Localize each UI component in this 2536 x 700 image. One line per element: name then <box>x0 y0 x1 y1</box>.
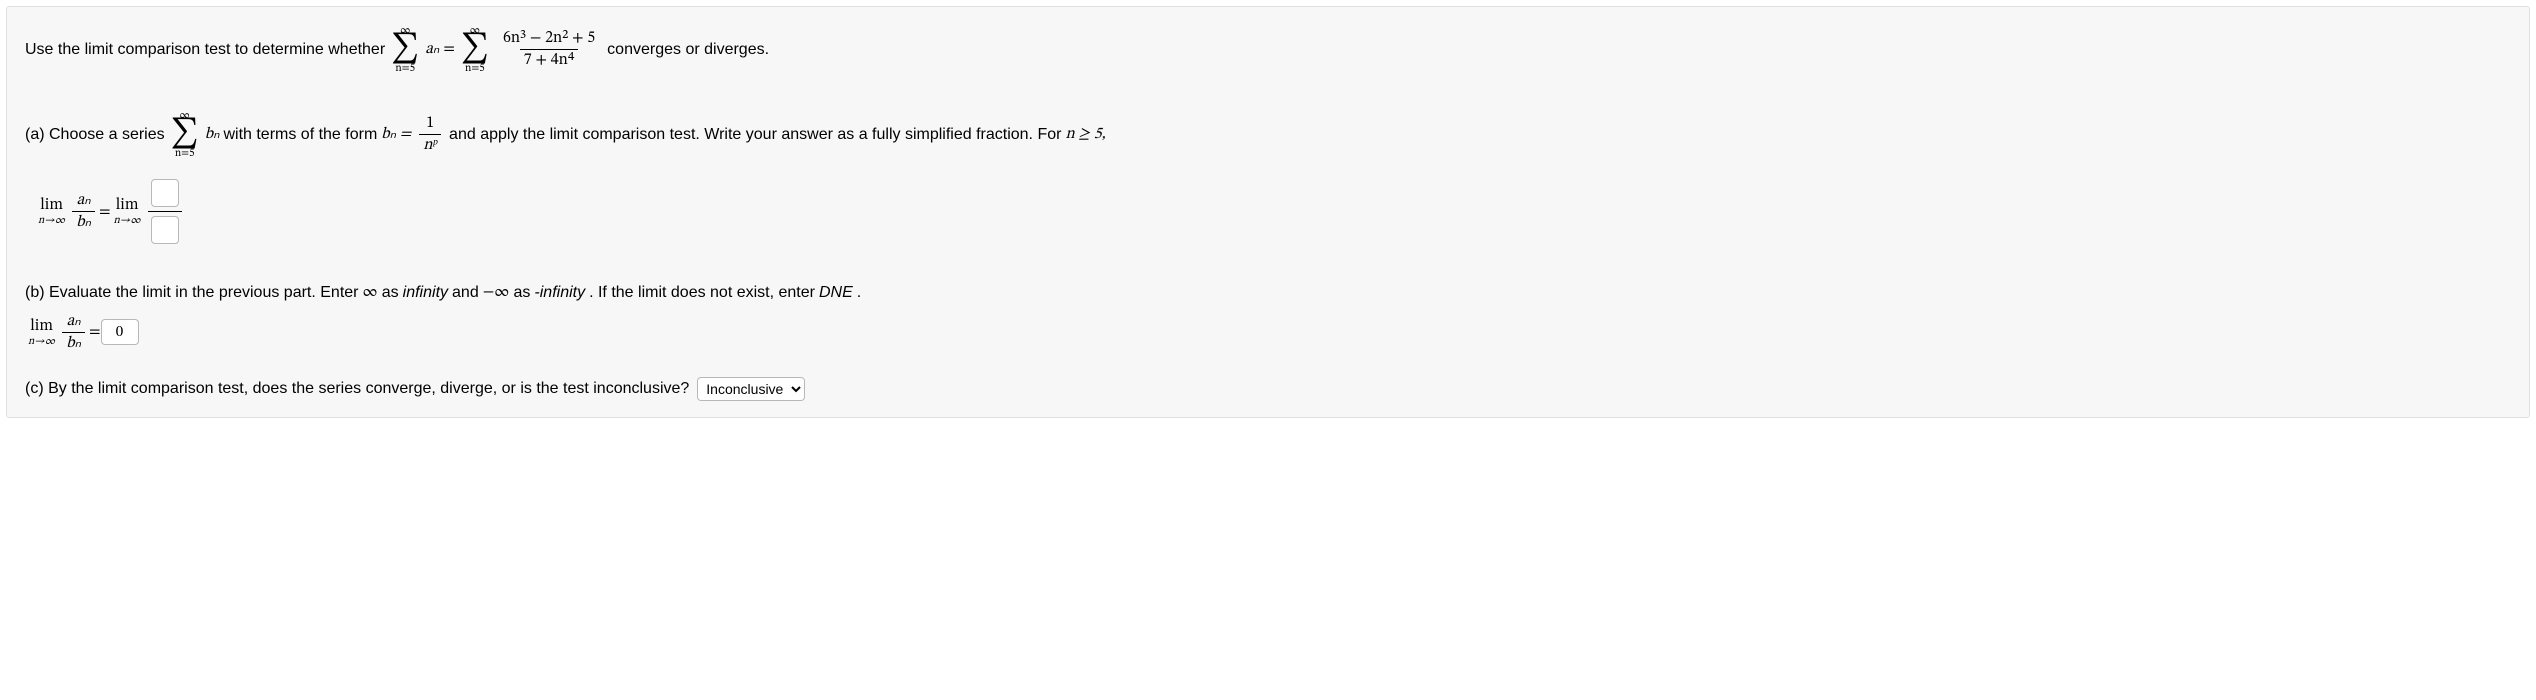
lim-word-2: lim <box>116 197 139 213</box>
part-b-equation: lim n→∞ aₙ bₙ = <box>25 312 2511 353</box>
frac-num: 6n³ − 2n² + 5 <box>499 29 599 49</box>
sigma-icon: ∑ <box>391 36 419 63</box>
part-a-mid1: with terms of the form <box>223 122 377 148</box>
an-top: aₙ <box>73 191 95 211</box>
a-n: aₙ <box>425 37 439 63</box>
lim-1: lim n→∞ <box>38 197 65 226</box>
equals-b: = <box>89 322 101 342</box>
limit-value-input[interactable] <box>101 319 139 345</box>
sum-bot-a: n=5 <box>175 148 195 159</box>
sigma-icon-2: ∑ <box>461 36 489 63</box>
numerator-input[interactable] <box>151 179 179 207</box>
b-after1: . If the limit does not exist, enter <box>589 280 815 306</box>
part-c-row: (c) By the limit comparison test, does t… <box>25 377 2511 401</box>
sum-bot: n=5 <box>395 63 415 74</box>
conclusion-select[interactable]: Converges Diverges Inconclusive <box>697 377 805 401</box>
frac-one: 1 <box>422 114 438 134</box>
b-and: and <box>452 280 479 306</box>
lim-sub: n→∞ <box>38 213 65 226</box>
lim-b: lim n→∞ <box>28 318 55 347</box>
lim-word-b: lim <box>30 318 53 334</box>
lim-2: lim n→∞ <box>114 197 141 226</box>
bn-bot-b: bₙ <box>62 332 85 353</box>
intro-row: Use the limit comparison test to determi… <box>25 25 2511 74</box>
sum-bot-2: n=5 <box>465 63 485 74</box>
neg-infinity-word: -infinity <box>534 280 585 306</box>
b-period: . <box>857 280 861 306</box>
lim-word: lim <box>40 197 63 213</box>
part-a-before: (a) Choose a series <box>25 122 165 148</box>
n-geq-5: n ≥ 5, <box>1065 122 1105 148</box>
part-b-text: (b) Evaluate the limit in the previous p… <box>25 280 2511 306</box>
neg-infinity-symbol: −∞ <box>483 280 510 306</box>
b-before: (b) Evaluate the limit in the previous p… <box>25 280 359 306</box>
intro-before: Use the limit comparison test to determi… <box>25 37 385 63</box>
an-over-bn-b: aₙ bₙ <box>62 312 85 353</box>
part-a-equation: lim n→∞ aₙ bₙ = lim n→∞ <box>35 179 2511 244</box>
fraction-input <box>148 179 182 244</box>
part-c-text: (c) By the limit comparison test, does t… <box>25 380 689 398</box>
equals-a: = <box>99 202 111 222</box>
bn-eq: bₙ = <box>381 122 411 148</box>
b-as1: as <box>382 280 399 306</box>
lim-sub-b: n→∞ <box>28 334 55 347</box>
equals-1: = <box>443 37 455 63</box>
sum-an: ∞ ∑ n=5 <box>391 25 419 74</box>
b-as2: as <box>514 280 531 306</box>
frac-np: nᵖ <box>419 134 441 155</box>
sigma-icon-a: ∑ <box>171 121 199 148</box>
b-n: bₙ <box>205 122 220 148</box>
problem-panel: Use the limit comparison test to determi… <box>6 6 2530 418</box>
sum-bn: ∞ ∑ n=5 <box>171 110 199 159</box>
part-a-text: (a) Choose a series ∞ ∑ n=5 bₙ with term… <box>25 110 2511 159</box>
infinity-symbol: ∞ <box>363 280 378 306</box>
an-over-bn: aₙ bₙ <box>72 191 95 232</box>
intro-fraction: 6n³ − 2n² + 5 7 + 4n⁴ <box>499 29 599 70</box>
denominator-input[interactable] <box>151 216 179 244</box>
infinity-word: infinity <box>403 280 448 306</box>
frac-den: 7 + 4n⁴ <box>520 49 579 70</box>
bn-bot: bₙ <box>72 211 95 232</box>
dne-word: DNE <box>819 280 853 306</box>
lim-sub-2: n→∞ <box>114 213 141 226</box>
an-top-b: aₙ <box>63 312 85 332</box>
part-a-mid2: and apply the limit comparison test. Wri… <box>449 122 1061 148</box>
intro-after: converges or diverges. <box>607 37 769 63</box>
one-over-np: 1 nᵖ <box>419 114 441 155</box>
sum-frac: ∞ ∑ n=5 <box>461 25 489 74</box>
fraction-bar <box>148 211 182 212</box>
